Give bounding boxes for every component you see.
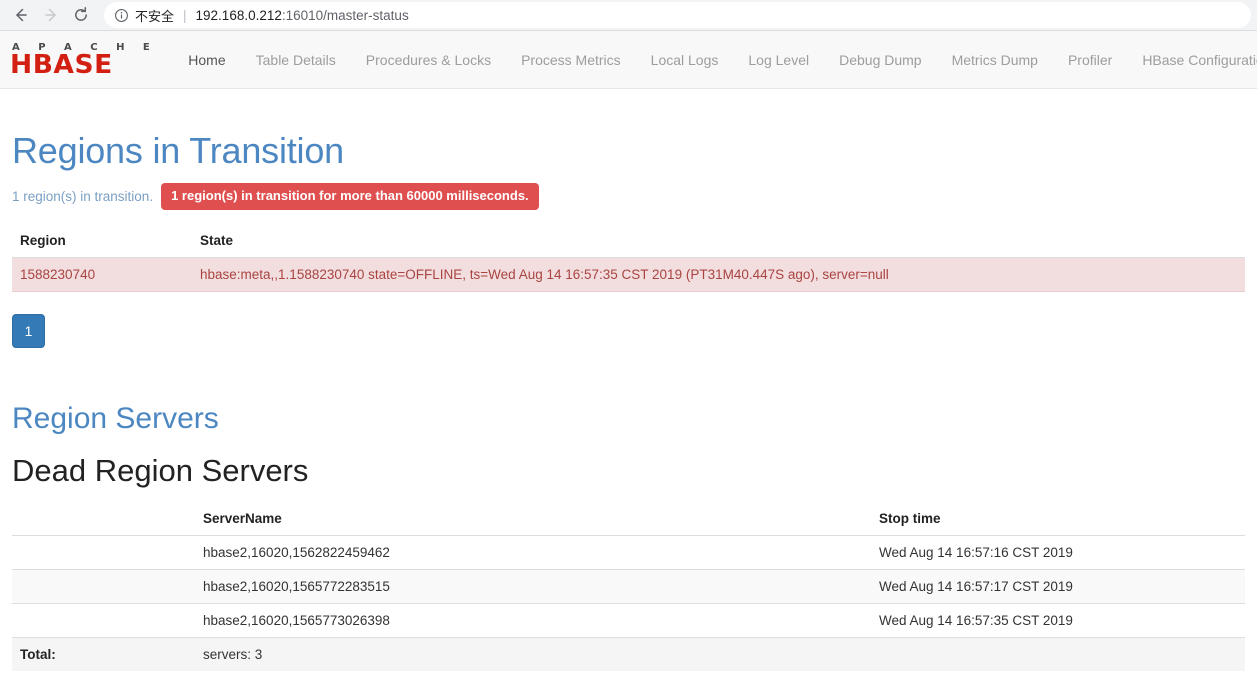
address-bar[interactable]: 不安全 | 192.168.0.212:16010/master-status: [104, 2, 1251, 28]
omnibox-divider: |: [183, 7, 187, 23]
table-header-row: Region State: [12, 224, 1245, 258]
region-servers-section: Region Servers: [12, 400, 1245, 438]
pagination-page-1[interactable]: 1: [12, 314, 45, 348]
arrow-right-icon: [42, 6, 60, 24]
cell-blank: [12, 535, 195, 570]
column-header-blank: [12, 502, 195, 536]
cell-blank: [12, 603, 195, 638]
hbase-logo[interactable]: A P A C H E HBASE: [0, 31, 173, 88]
cell-total-stop-time: [871, 637, 1245, 671]
table-total-row: Total: servers: 3: [12, 637, 1245, 671]
cell-state: hbase:meta,,1.1588230740 state=OFFLINE, …: [192, 257, 1245, 292]
nav-item-debug-dump[interactable]: Debug Dump: [824, 31, 937, 88]
cell-total-label: Total:: [12, 637, 195, 671]
cell-blank: [12, 569, 195, 604]
main-content: Regions in Transition 1 region(s) in tra…: [0, 129, 1257, 671]
security-status-label: 不安全: [135, 8, 175, 24]
navbar-links: Home Table Details Procedures & Locks Pr…: [173, 31, 1257, 88]
nav-item-metrics-dump[interactable]: Metrics Dump: [937, 31, 1053, 88]
table-row: hbase2,16020,1565772283515 Wed Aug 14 16…: [12, 569, 1245, 604]
regions-in-transition-heading: Regions in Transition: [12, 130, 344, 171]
arrow-left-icon: [12, 6, 30, 24]
url-host: 192.168.0.212: [195, 7, 282, 23]
reload-icon: [72, 6, 90, 24]
dead-region-servers-heading: Dead Region Servers: [12, 453, 309, 488]
cell-region: 1588230740: [12, 257, 192, 292]
regions-in-transition-table: Region State 1588230740 hbase:meta,,1.15…: [12, 224, 1245, 292]
back-button[interactable]: [6, 1, 36, 29]
info-circle-icon[interactable]: [114, 8, 129, 23]
url-text: 192.168.0.212:16010/master-status: [196, 8, 409, 23]
nav-item-home[interactable]: Home: [173, 31, 240, 88]
column-header-servername: ServerName: [195, 502, 871, 536]
nav-item-local-logs[interactable]: Local Logs: [636, 31, 734, 88]
nav-item-hbase-configuration[interactable]: HBase Configuration: [1127, 31, 1257, 88]
column-header-state: State: [192, 224, 1245, 258]
rit-timeout-alert: 1 region(s) in transition for more than …: [161, 183, 539, 210]
rit-count-label: 1 region(s) in transition.: [12, 189, 154, 204]
forward-button[interactable]: [36, 1, 66, 29]
cell-servername: hbase2,16020,1562822459462: [195, 535, 871, 570]
rit-pagination: 1: [12, 314, 1245, 348]
url-path: :16010/master-status: [281, 7, 409, 23]
nav-item-log-level[interactable]: Log Level: [733, 31, 824, 88]
cell-servername: hbase2,16020,1565772283515: [195, 569, 871, 604]
cell-stop-time: Wed Aug 14 16:57:16 CST 2019: [871, 535, 1245, 570]
region-servers-heading: Region Servers: [12, 402, 219, 435]
cell-total-value: servers: 3: [195, 637, 871, 671]
cell-stop-time: Wed Aug 14 16:57:17 CST 2019: [871, 569, 1245, 604]
browser-toolbar: 不安全 | 192.168.0.212:16010/master-status: [0, 0, 1257, 31]
rit-summary-row: 1 region(s) in transition. 1 region(s) i…: [12, 183, 1245, 210]
nav-item-profiler[interactable]: Profiler: [1053, 31, 1127, 88]
logo-hbase-text: HBASE: [10, 49, 113, 80]
table-row: 1588230740 hbase:meta,,1.1588230740 stat…: [12, 257, 1245, 292]
dead-region-servers-section: Dead Region Servers: [12, 452, 1245, 490]
column-header-region: Region: [12, 224, 192, 258]
nav-item-procedures-locks[interactable]: Procedures & Locks: [351, 31, 506, 88]
table-header-row: ServerName Stop time: [12, 502, 1245, 536]
cell-servername: hbase2,16020,1565773026398: [195, 603, 871, 638]
table-row: hbase2,16020,1565773026398 Wed Aug 14 16…: [12, 603, 1245, 638]
nav-item-process-metrics[interactable]: Process Metrics: [506, 31, 636, 88]
cell-stop-time: Wed Aug 14 16:57:35 CST 2019: [871, 603, 1245, 638]
reload-button[interactable]: [66, 1, 96, 29]
nav-item-table-details[interactable]: Table Details: [241, 31, 351, 88]
hbase-navbar: A P A C H E HBASE Home Table Details Pro…: [0, 31, 1257, 89]
dead-region-servers-table: ServerName Stop time hbase2,16020,156282…: [12, 502, 1245, 671]
column-header-stop-time: Stop time: [871, 502, 1245, 536]
table-row: hbase2,16020,1562822459462 Wed Aug 14 16…: [12, 535, 1245, 570]
